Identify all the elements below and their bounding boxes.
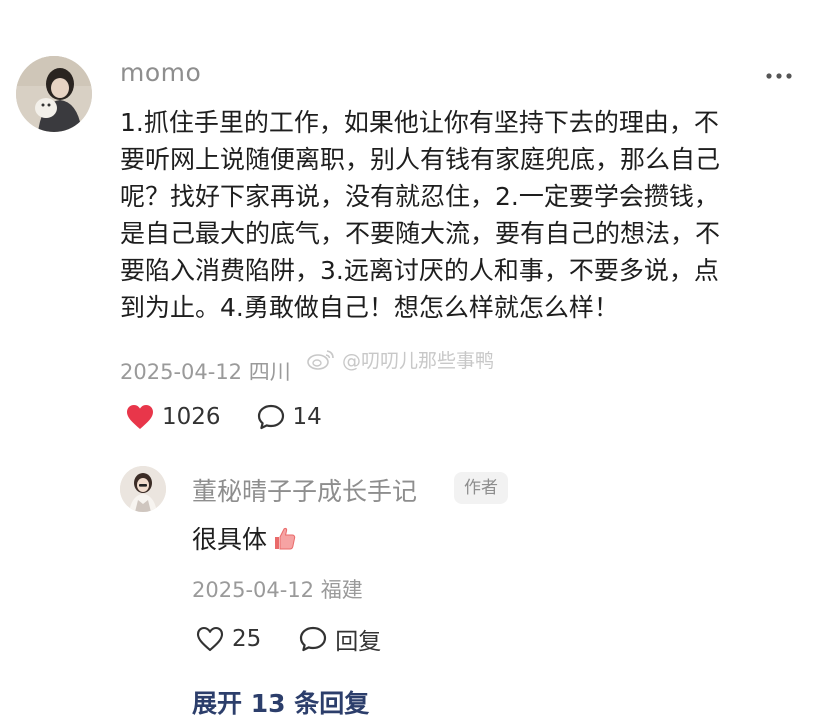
comment-icon bbox=[300, 626, 327, 652]
comment-count: 14 bbox=[292, 404, 322, 430]
like-count: 1026 bbox=[162, 404, 221, 430]
reply-text: 很具体 bbox=[192, 525, 268, 554]
like-button[interactable]: 1026 bbox=[126, 404, 221, 430]
reply-avatar[interactable] bbox=[120, 466, 166, 512]
reply-actions: 25 回复 bbox=[196, 622, 419, 656]
comment-username[interactable]: momo bbox=[120, 58, 201, 87]
more-icon[interactable] bbox=[764, 60, 794, 90]
heart-filled-icon bbox=[127, 405, 153, 429]
comment-button[interactable]: 14 bbox=[257, 404, 322, 430]
reply-username[interactable]: 董秘晴子子成长手记 bbox=[192, 472, 417, 508]
author-badge: 作者 bbox=[454, 472, 508, 504]
watermark-text: @叨叨儿那些事鸭 bbox=[342, 349, 495, 372]
comment-date-location: 2025-04-12 四川 bbox=[120, 360, 291, 384]
thumbs-up-emoji bbox=[275, 527, 296, 550]
heart-outline-icon bbox=[196, 626, 224, 652]
reply-button[interactable]: 回复 bbox=[299, 622, 381, 656]
reply-date-location: 2025-04-12 福建 bbox=[192, 578, 363, 602]
reply-like-button[interactable]: 25 bbox=[196, 626, 261, 652]
watermark: @叨叨儿那些事鸭 bbox=[306, 344, 494, 374]
reply-like-count: 25 bbox=[232, 626, 262, 652]
avatar[interactable] bbox=[16, 56, 92, 132]
comment-content: 1.抓住手里的工作，如果他让你有坚持下去的理由，不 要听网上说随便离职，别人有钱… bbox=[120, 108, 721, 322]
expand-replies-link[interactable]: 展开 13 条回复 bbox=[192, 684, 369, 720]
weibo-logo bbox=[307, 350, 334, 370]
comment-actions: 1026 14 bbox=[126, 404, 358, 430]
comment-icon bbox=[257, 404, 284, 430]
reply-content: 很具体 bbox=[192, 520, 297, 556]
reply-label: 回复 bbox=[335, 629, 382, 655]
